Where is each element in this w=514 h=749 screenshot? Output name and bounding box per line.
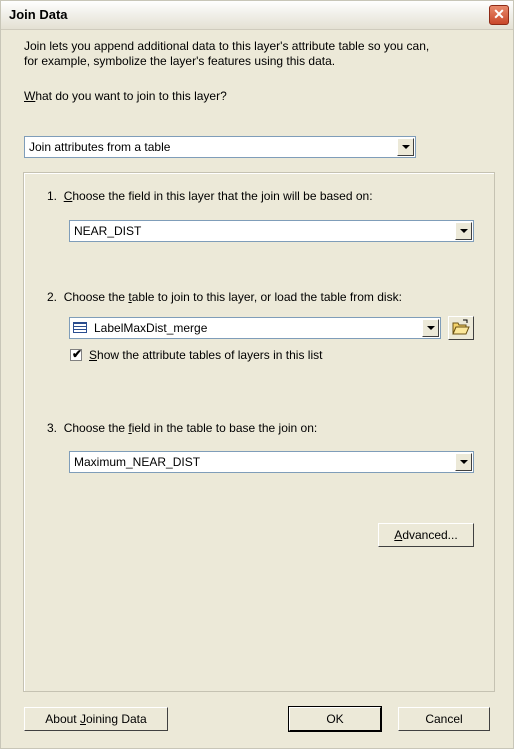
step2-label-rest: able to join to this layer, or load the … — [131, 290, 402, 304]
step3-label: 3. Choose the field in the table to base… — [47, 421, 317, 435]
chevron-down-icon[interactable] — [455, 222, 472, 240]
layer-field-select[interactable]: NEAR_DIST — [69, 220, 474, 242]
join-table-value: LabelMaxDist_merge — [94, 321, 208, 335]
step3-number: 3. — [47, 421, 58, 435]
advanced-rest: dvanced... — [402, 528, 458, 542]
show-tables-checkbox[interactable]: ✔ — [70, 347, 83, 361]
advanced-button[interactable]: Advanced... — [378, 523, 474, 547]
join-type-value: Join attributes from a table — [29, 140, 171, 154]
join-table-select[interactable]: LabelMaxDist_merge — [69, 317, 441, 339]
step2-label: 2. Choose the table to join to this laye… — [47, 290, 402, 304]
intro-text-line2: for example, symbolize the layer's featu… — [24, 54, 336, 68]
show-tables-label-accel: S — [89, 348, 98, 362]
chevron-down-icon[interactable] — [397, 138, 414, 156]
layer-field-value: NEAR_DIST — [74, 224, 142, 238]
join-type-label-rest: hat do you want to join to this layer? — [35, 89, 227, 103]
ok-button[interactable]: OK — [288, 706, 382, 732]
join-type-label: What do you want to join to this layer? — [24, 89, 227, 103]
open-folder-button[interactable] — [448, 316, 474, 340]
title-bar[interactable]: Join Data ✕ — [1, 1, 513, 30]
step2-label-pre: Choose the — [63, 290, 129, 304]
cancel-label: Cancel — [425, 712, 463, 726]
step3-label-pre: Choose the — [63, 421, 129, 435]
about-pre: About — [45, 712, 80, 726]
dialog-title: Join Data — [9, 7, 68, 22]
show-tables-label-rest: how the attribute tables of layers in th… — [97, 348, 323, 362]
check-icon: ✔ — [72, 347, 83, 361]
about-rest: oining Data — [85, 712, 147, 726]
intro-text-line1: Join lets you append additional data to … — [24, 39, 430, 53]
about-joining-data-button[interactable]: About Joining Data — [24, 707, 168, 731]
join-type-select[interactable]: Join attributes from a table — [24, 136, 416, 158]
ok-label: OK — [326, 712, 344, 726]
step1-label-rest: hoose the field in this layer that the j… — [72, 189, 373, 203]
step1-number: 1. — [47, 189, 58, 203]
chevron-down-icon[interactable] — [455, 453, 472, 471]
open-folder-icon — [452, 319, 470, 335]
table-field-select[interactable]: Maximum_NEAR_DIST — [69, 451, 474, 473]
close-icon: ✕ — [493, 6, 505, 22]
table-icon — [73, 322, 87, 333]
chevron-down-icon[interactable] — [422, 319, 439, 337]
step3-label-rest: ield in the table to base the join on: — [131, 421, 318, 435]
join-data-dialog: Join Data ✕ Join lets you append additio… — [0, 0, 514, 749]
step1-label: 1. Choose the field in this layer that t… — [47, 189, 373, 203]
step2-number: 2. — [47, 290, 58, 304]
show-tables-label[interactable]: Show the attribute tables of layers in t… — [89, 348, 322, 362]
table-field-value: Maximum_NEAR_DIST — [74, 455, 201, 469]
cancel-button[interactable]: Cancel — [398, 707, 490, 731]
close-button[interactable]: ✕ — [489, 5, 509, 25]
join-type-label-accel: W — [24, 89, 36, 103]
